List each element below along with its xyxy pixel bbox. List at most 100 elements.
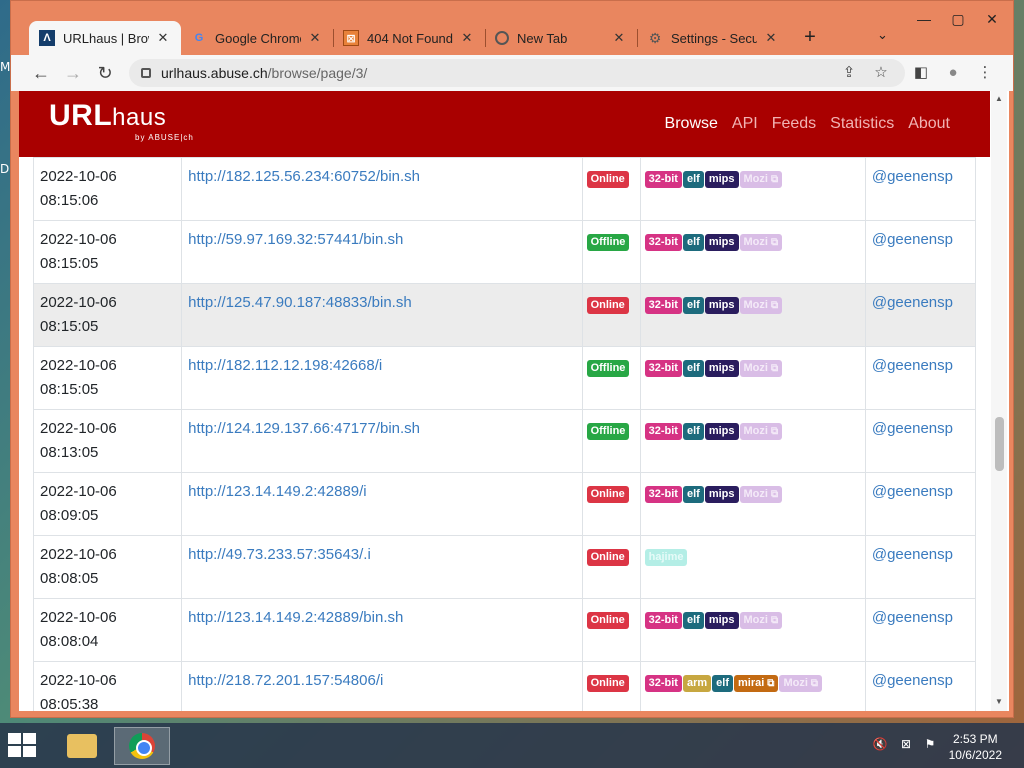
network-icon[interactable]: ⊠ (898, 737, 914, 753)
tab-urlhaus[interactable]: Λ URLhaus | Browse ✕ (29, 21, 181, 55)
tag-badge[interactable]: Mozi ⧉ (739, 297, 783, 314)
maximize-button[interactable]: ▢ (943, 11, 973, 28)
tab-search-button[interactable]: ⌄ (877, 27, 888, 43)
reload-button[interactable]: ↻ (93, 61, 117, 85)
tab-new-tab[interactable]: New Tab ✕ (485, 21, 637, 55)
malware-url-link[interactable]: http://182.125.56.234:60752/bin.sh (188, 168, 420, 185)
tag-badge[interactable]: 32-bit (644, 612, 682, 629)
profile-icon[interactable]: ● (943, 63, 963, 83)
reporter-link[interactable]: @geenensp (872, 357, 953, 374)
tag-label: Mozi (743, 488, 768, 500)
tag-badge[interactable]: arm (682, 675, 712, 692)
scroll-up-arrow[interactable]: ▲ (991, 94, 1007, 103)
tag-badge[interactable]: 32-bit (644, 234, 682, 251)
tag-badge[interactable]: elf (682, 297, 704, 314)
tag-badge[interactable]: elf (682, 234, 704, 251)
tag-badge[interactable]: elf (712, 675, 733, 692)
tag-badge[interactable]: mips (704, 360, 739, 377)
nav-api[interactable]: API (732, 115, 758, 133)
tag-badge[interactable]: elf (682, 486, 704, 503)
nav-browse[interactable]: Browse (665, 115, 718, 133)
close-window-button[interactable]: ✕ (977, 11, 1007, 28)
star-icon[interactable]: ☆ (871, 63, 891, 83)
tag-badge[interactable]: Mozi ⧉ (739, 486, 783, 503)
malware-url-link[interactable]: http://59.97.169.32:57441/bin.sh (188, 231, 403, 248)
status-cell: Online (581, 598, 641, 662)
tag-badge[interactable]: elf (682, 612, 704, 629)
tab-404[interactable]: ⊠ 404 Not Found ✕ (333, 21, 485, 55)
tag-badge[interactable]: mips (704, 234, 739, 251)
nav-about[interactable]: About (908, 115, 950, 133)
nav-feeds[interactable]: Feeds (772, 115, 816, 133)
system-clock[interactable]: 2:53 PM 10/6/2022 (949, 731, 1002, 763)
reporter-link[interactable]: @geenensp (872, 609, 953, 626)
status-cell: Online (581, 283, 641, 347)
urlhaus-logo[interactable]: URLhaus (49, 99, 166, 133)
tag-badge[interactable]: mirai ⧉ (734, 675, 779, 692)
page-scrollbar[interactable]: ▲ ▼ (991, 91, 1007, 711)
reporter-cell: @geenensp (864, 472, 977, 536)
tag-badge[interactable]: Mozi ⧉ (739, 360, 783, 377)
reporter-link[interactable]: @geenensp (872, 483, 953, 500)
malware-url-link[interactable]: http://182.112.12.198:42668/i (188, 357, 382, 374)
reporter-link[interactable]: @geenensp (872, 168, 953, 185)
close-icon[interactable]: ✕ (307, 30, 323, 46)
nav-statistics[interactable]: Statistics (830, 115, 894, 133)
tag-badge[interactable]: mips (704, 297, 739, 314)
tag-badge[interactable]: 32-bit (644, 297, 682, 314)
start-button[interactable] (8, 733, 38, 759)
close-icon[interactable]: ✕ (155, 30, 171, 46)
chrome-icon (129, 733, 155, 759)
reporter-link[interactable]: @geenensp (872, 420, 953, 437)
tag-badge[interactable]: 32-bit (644, 171, 682, 188)
tag-badge[interactable]: Mozi ⧉ (739, 171, 783, 188)
tag-badge[interactable]: elf (682, 360, 704, 377)
tag-badge[interactable]: hajime (644, 549, 688, 566)
tag-badge[interactable]: mips (704, 423, 739, 440)
share-icon[interactable]: ⇪ (839, 63, 859, 83)
tab-settings[interactable]: ⚙ Settings - Secur ✕ (637, 21, 789, 55)
logo-url-text: URL (49, 99, 113, 132)
tag-badge[interactable]: mips (704, 612, 739, 629)
menu-icon[interactable]: ⋮ (975, 63, 995, 83)
folder-icon (67, 734, 97, 758)
malware-url-link[interactable]: http://123.14.149.2:42889/bin.sh (188, 609, 403, 626)
tag-badge[interactable]: elf (682, 423, 704, 440)
new-tab-button[interactable]: + (797, 25, 823, 51)
tag-badge[interactable]: 32-bit (644, 486, 682, 503)
taskbar-chrome[interactable] (114, 727, 170, 765)
close-icon[interactable]: ✕ (763, 30, 779, 46)
tag-badge[interactable]: elf (682, 171, 704, 188)
back-button[interactable]: ← (29, 61, 53, 85)
reporter-link[interactable]: @geenensp (872, 672, 953, 689)
tag-badge[interactable]: 32-bit (644, 423, 682, 440)
malware-url-link[interactable]: http://49.73.233.57:35643/.i (188, 546, 371, 563)
malware-url-link[interactable]: http://125.47.90.187:48833/bin.sh (188, 294, 412, 311)
malware-url-link[interactable]: http://123.14.149.2:42889/i (188, 483, 366, 500)
minimize-button[interactable]: — (909, 11, 939, 27)
tag-badge[interactable]: mips (704, 486, 739, 503)
action-center-icon[interactable]: ⚑ (922, 737, 938, 753)
close-icon[interactable]: ✕ (459, 30, 475, 46)
tag-badge[interactable]: Mozi ⧉ (739, 612, 783, 629)
address-bar[interactable]: urlhaus.abuse.ch/browse/page/3/ (129, 59, 905, 87)
tag-badge[interactable]: Mozi ⧉ (739, 234, 783, 251)
tag-badge[interactable]: 32-bit (644, 675, 682, 692)
side-panel-icon[interactable]: ◧ (911, 63, 931, 83)
close-icon[interactable]: ✕ (611, 30, 627, 46)
tag-badge[interactable]: Mozi ⧉ (779, 675, 823, 692)
scroll-down-arrow[interactable]: ▼ (991, 697, 1007, 706)
malware-url-link[interactable]: http://124.129.137.66:47177/bin.sh (188, 420, 420, 437)
volume-icon[interactable]: 🔇 (872, 737, 888, 753)
reporter-link[interactable]: @geenensp (872, 546, 953, 563)
reporter-link[interactable]: @geenensp (872, 231, 953, 248)
tag-badge[interactable]: Mozi ⧉ (739, 423, 783, 440)
malware-url-link[interactable]: http://218.72.201.157:54806/i (188, 672, 383, 689)
scroll-thumb[interactable] (995, 417, 1004, 471)
taskbar-file-explorer[interactable] (54, 727, 110, 765)
tag-badge[interactable]: 32-bit (644, 360, 682, 377)
tab-google-chrome[interactable]: G Google Chrome ✕ (181, 21, 333, 55)
forward-button[interactable]: → (61, 61, 85, 85)
reporter-link[interactable]: @geenensp (872, 294, 953, 311)
tag-badge[interactable]: mips (704, 171, 739, 188)
